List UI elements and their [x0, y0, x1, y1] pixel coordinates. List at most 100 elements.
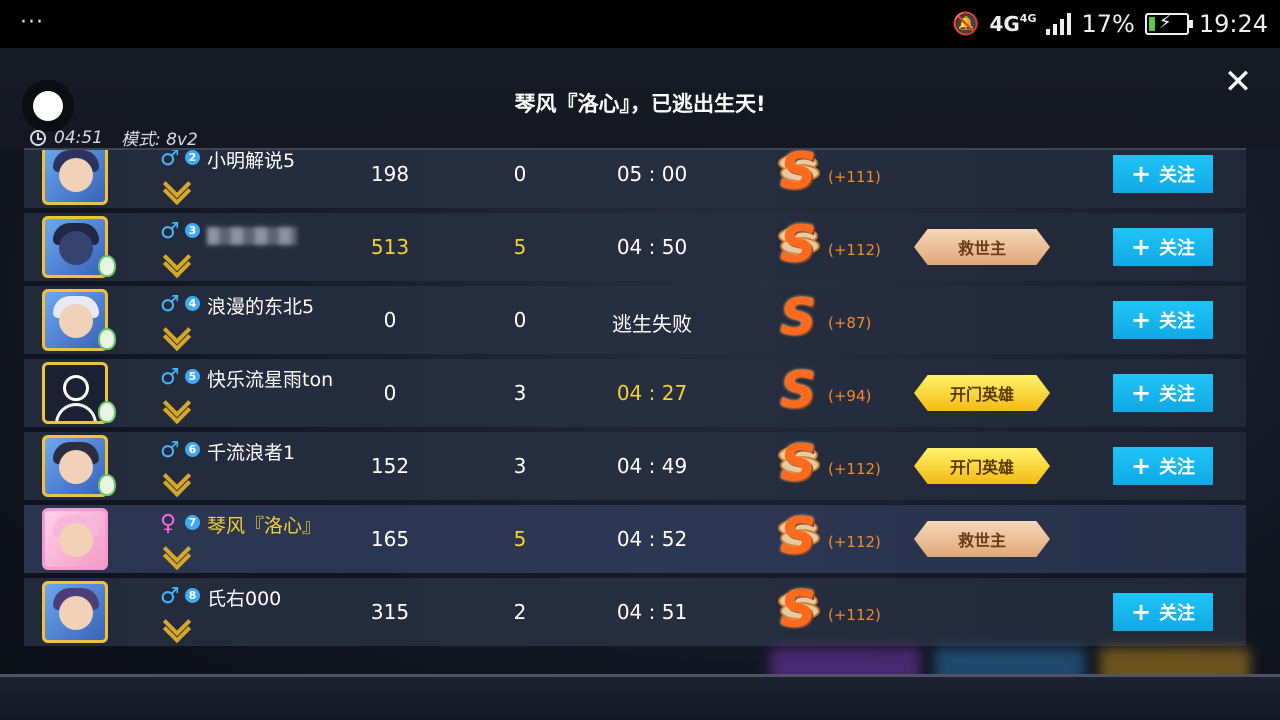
notification-dots: ···	[20, 10, 44, 35]
rescue-count: 0	[513, 162, 527, 186]
reward-points: (+111)	[828, 168, 881, 186]
status-bar: ··· 🔕 4G4G 17% ⚡ 19:24	[0, 0, 1280, 48]
rank-chevron-icon	[161, 324, 191, 346]
avatar[interactable]	[42, 150, 108, 205]
rank-chevron-icon	[161, 616, 191, 638]
score: 0	[383, 308, 397, 332]
player-name: 氏右000	[207, 588, 282, 610]
seat-number: 5	[185, 369, 200, 384]
bottom-bar	[0, 677, 1280, 720]
reward-points: (+112)	[828, 606, 881, 624]
s-grade-icon: S	[776, 434, 828, 492]
reward-points: (+94)	[828, 387, 872, 405]
escape-banner: 琴风『洛心』，已逃出生天!	[514, 92, 766, 116]
seat-number: 8	[185, 588, 200, 603]
rescue-count: 3	[513, 381, 527, 405]
clock-icon	[30, 129, 46, 146]
plus-icon: +	[1130, 598, 1152, 626]
table-row: ♂ 2 小明解说5 198 0 05 : 00 S (+111) + 关注	[24, 150, 1246, 208]
battery-icon: ⚡	[1144, 12, 1193, 35]
plus-icon: +	[1130, 379, 1152, 407]
table-row: ♂ 8 氏右000 315 2 04 : 51 S (+112) + 关注	[24, 578, 1246, 646]
score: 152	[370, 454, 410, 478]
rank-chevron-icon	[161, 543, 191, 565]
title-badge: 救世主	[914, 229, 1050, 265]
follow-button[interactable]: + 关注	[1113, 447, 1213, 485]
close-button[interactable]: ✕	[1218, 62, 1258, 102]
reward-points: (+87)	[828, 314, 872, 332]
plus-icon: +	[1130, 233, 1152, 261]
player-name: 小明解说5	[207, 150, 296, 172]
rank-chevron-icon	[161, 178, 191, 200]
table-row: ♂ 6 千流浪者1 152 3 04 : 49 S (+112) 开门英雄 + 关…	[24, 432, 1246, 500]
title-badge: 开门英雄	[914, 448, 1050, 484]
egg-icon	[98, 401, 116, 423]
title-badge: 开门英雄	[914, 375, 1050, 411]
egg-icon	[98, 474, 116, 496]
seat-number: 6	[185, 442, 200, 457]
egg-icon	[98, 328, 116, 350]
male-icon: ♂	[160, 438, 180, 463]
table-row: ♂ 4 浪漫的东北5 0 0 逃生失败 S (+87) + 关注	[24, 286, 1246, 354]
seat-number: 7	[185, 515, 200, 530]
follow-button[interactable]: + 关注	[1113, 374, 1213, 412]
reward-points: (+112)	[828, 533, 881, 551]
seat-number: 2	[185, 150, 200, 165]
plus-icon: +	[1130, 452, 1152, 480]
escape-time: 04 : 51	[616, 600, 688, 624]
table-row: ♂ 3 513 5 04 : 50 S (+112) 救世主 + 关注	[24, 213, 1246, 281]
follow-button[interactable]: + 关注	[1113, 301, 1213, 339]
seat-number: 4	[185, 296, 200, 311]
reward-points: (+112)	[828, 241, 881, 259]
plus-icon: +	[1130, 306, 1152, 334]
rescue-count: 2	[513, 600, 527, 624]
escape-time: 04 : 50	[616, 235, 688, 259]
escape-time: 05 : 00	[616, 162, 688, 186]
title-badge: 救世主	[914, 521, 1050, 557]
score: 165	[370, 527, 410, 551]
table-row-self: ♀ 7 琴风『洛心』 165 5 04 : 52 S (+112) 救世主	[24, 505, 1246, 573]
battery-percent: 17%	[1081, 10, 1135, 38]
rescue-count: 0	[513, 308, 527, 332]
egg-icon	[98, 255, 116, 277]
match-duration: 04:51	[54, 127, 103, 148]
score: 0	[383, 381, 397, 405]
male-icon: ♂	[160, 219, 180, 244]
rescue-count: 5	[513, 527, 527, 551]
rescue-count: 3	[513, 454, 527, 478]
clock-time: 19:24	[1198, 10, 1268, 38]
avatar[interactable]	[42, 508, 108, 570]
s-grade-icon: S	[780, 361, 817, 419]
result-screen: ··· 🔕 4G4G 17% ⚡ 19:24 琴风『洛心』，已逃出生天! ✕ 0…	[0, 0, 1280, 720]
follow-button[interactable]: + 关注	[1113, 228, 1213, 266]
rescue-count: 5	[513, 235, 527, 259]
female-icon: ♀	[160, 511, 177, 536]
close-icon: ✕	[1223, 62, 1253, 102]
score: 198	[370, 162, 410, 186]
s-grade-icon: S	[776, 507, 828, 565]
table-row: ♂ 5 快乐流星雨ton 0 3 04 : 27 S (+94) 开门英雄 + 关…	[24, 359, 1246, 427]
network-label: 4G4G	[989, 12, 1037, 36]
follow-button[interactable]: + 关注	[1113, 155, 1213, 193]
mute-icon: 🔕	[952, 11, 980, 37]
rank-chevron-icon	[161, 470, 191, 492]
player-name: 快乐流星雨ton	[207, 369, 334, 391]
male-icon: ♂	[160, 292, 180, 317]
s-grade-icon: S	[776, 150, 828, 200]
escape-time: 逃生失败	[612, 312, 692, 336]
player-name: 琴风『洛心』	[207, 515, 322, 537]
rank-chevron-icon	[161, 251, 191, 273]
player-name: 浪漫的东北5	[207, 296, 315, 318]
match-meta: 04:51 模式: 8v2	[30, 125, 198, 150]
player-name: 千流浪者1	[207, 442, 296, 464]
escape-time: 04 : 27	[616, 381, 688, 405]
male-icon: ♂	[160, 584, 180, 609]
s-grade-icon: S	[776, 580, 828, 638]
follow-button[interactable]: + 关注	[1113, 593, 1213, 631]
player-table: ♂ 2 小明解说5 198 0 05 : 00 S (+111) + 关注 ♂ 3…	[24, 148, 1246, 648]
score: 513	[370, 235, 410, 259]
avatar[interactable]	[42, 581, 108, 643]
signal-icon	[1046, 13, 1072, 35]
player-name-blurred	[207, 227, 297, 245]
male-icon: ♂	[160, 365, 180, 390]
